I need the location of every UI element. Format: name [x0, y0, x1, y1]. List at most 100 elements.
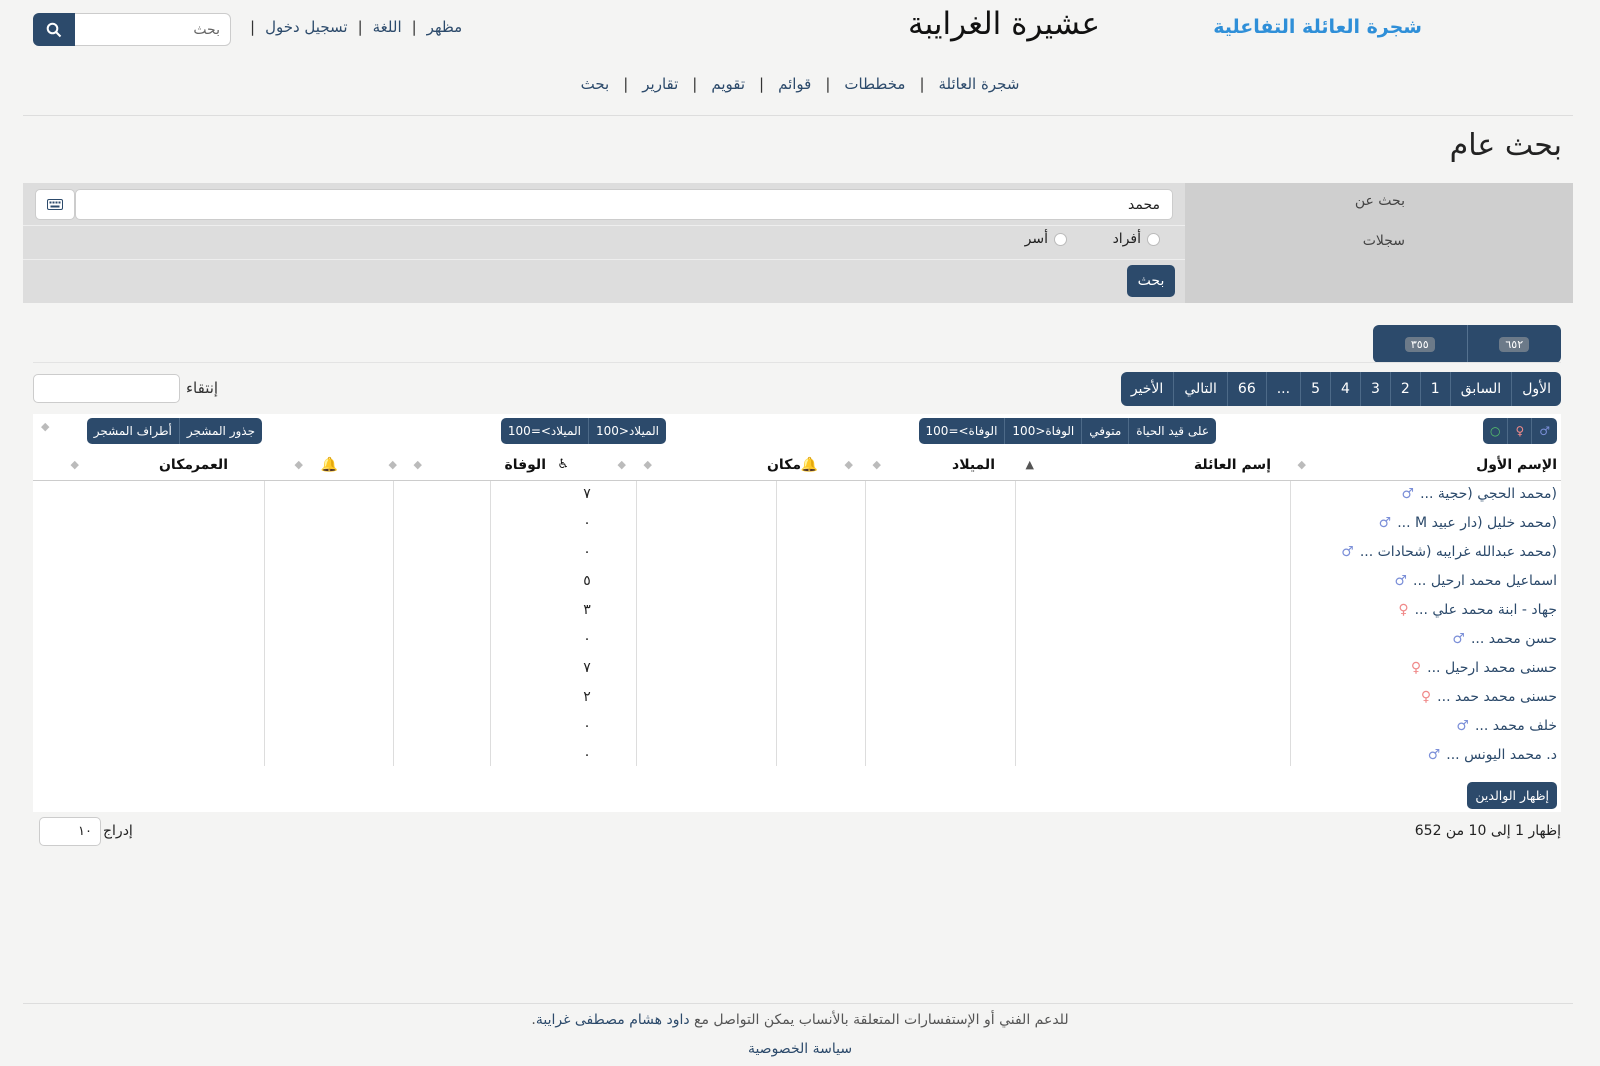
page-3[interactable]: 3 — [1359, 372, 1390, 406]
person-walking-icon: ♿ — [557, 457, 569, 472]
sort-asc-icon[interactable]: ▲ — [1026, 458, 1034, 471]
page-5[interactable]: 5 — [1300, 372, 1331, 406]
search-query-input[interactable]: محمد — [75, 189, 1173, 220]
page-4[interactable]: 4 — [1330, 372, 1360, 406]
show-parents-button[interactable]: إظهار الوالدين — [1467, 782, 1557, 809]
nav-reports[interactable]: تقارير — [642, 75, 678, 93]
filter-birth-lt-100[interactable]: الميلاد<100 — [587, 418, 666, 444]
filter-birth-gte-100[interactable]: الميلاد>=100 — [500, 418, 588, 444]
person-name: اسماعيل محمد ارحيل ... — [1413, 573, 1557, 589]
col-age[interactable]: العمر — [192, 457, 228, 473]
male-icon: ♂ — [1452, 631, 1465, 647]
sort-icon[interactable]: ◆ — [414, 458, 422, 471]
tab-families[interactable]: ٣٥٥ — [1373, 325, 1467, 363]
person-name-link[interactable]: حسن محمد ... ♂ — [1452, 631, 1557, 647]
header-search-input[interactable]: بحث — [74, 13, 231, 46]
filter-death-lt-100[interactable]: الوفاة<100 — [1004, 418, 1082, 444]
separator: | — [623, 75, 629, 93]
tab-individuals[interactable]: ٦٥٢ — [1466, 325, 1562, 363]
person-name-link[interactable]: اسماعيل محمد ارحيل ... ♂ — [1394, 573, 1557, 589]
radio-families[interactable]: أسر — [1025, 231, 1067, 247]
sort-icon[interactable]: ◆ — [41, 420, 49, 433]
col-birth[interactable]: الميلاد — [952, 457, 995, 473]
filter-deceased[interactable]: متوفي — [1081, 418, 1129, 444]
nav-family-tree[interactable]: شجرة العائلة — [939, 75, 1020, 93]
pagination: الأول السابق 1 2 3 4 5 ... 66 التالي الأ… — [1120, 372, 1561, 406]
header-search-button[interactable] — [33, 13, 75, 46]
filter-death-gte-100[interactable]: الوفاة>=100 — [918, 418, 1005, 444]
page-next[interactable]: التالي — [1173, 372, 1227, 406]
table-row: حسنى محمد ارحيل ... ♀ ٧ — [33, 655, 1561, 684]
nav-search[interactable]: بحث — [581, 75, 610, 93]
separator: | — [825, 75, 831, 93]
page-66[interactable]: 66 — [1226, 372, 1266, 406]
person-name-link[interactable]: خلف محمد ... ♂ — [1456, 718, 1557, 734]
person-name-link[interactable]: (محمد عبدالله غرايبه (شحادات ... ♂ — [1341, 544, 1557, 560]
male-icon: ♂ — [1427, 747, 1441, 763]
sort-icon[interactable]: ◆ — [1298, 458, 1306, 471]
sort-icon[interactable]: ◆ — [873, 458, 881, 471]
sort-icon[interactable]: ◆ — [71, 458, 79, 471]
person-name-link[interactable]: (محمد خليل (دار عبيد M ... ♂ — [1379, 515, 1557, 531]
sort-icon[interactable]: ◆ — [644, 458, 652, 471]
death-age-value: ٧ — [583, 660, 591, 676]
site-brand[interactable]: شجرة العائلة التفاعلية — [1213, 16, 1422, 38]
theme-menu[interactable]: مظهر — [427, 18, 463, 36]
table-row: اسماعيل محمد ارحيل ... ♂ ٥ — [33, 568, 1561, 597]
filter-tree-leaves[interactable]: أطراف المشجر — [86, 418, 179, 444]
filter-female[interactable]: ♀ — [1507, 418, 1532, 444]
sort-icon[interactable]: ◆ — [618, 458, 626, 471]
nav-calendar[interactable]: تقويم — [711, 75, 745, 93]
search-submit-button[interactable]: بحث — [1127, 265, 1175, 297]
privacy-policy-link[interactable]: سياسة الخصوصية — [0, 1041, 1600, 1057]
col-death-place[interactable]: مكان — [159, 457, 193, 473]
page-first[interactable]: الأول — [1511, 372, 1561, 406]
filter-tree-roots[interactable]: جذور المشجر — [178, 418, 262, 444]
nav-lists[interactable]: قوائم — [778, 75, 811, 93]
sort-icon[interactable]: ◆ — [389, 458, 397, 471]
page-length-select[interactable]: ١٠ — [39, 817, 101, 846]
filter-alive[interactable]: على قيد الحياة — [1128, 418, 1216, 444]
radio-indicator[interactable] — [1054, 232, 1067, 246]
person-name: (محمد خليل (دار عبيد M ... — [1397, 515, 1557, 531]
col-given-name[interactable]: الإسم الأول — [1476, 457, 1557, 473]
person-name-link[interactable]: حسنى محمد حمد ... ♀ — [1421, 689, 1557, 705]
sort-icon[interactable]: ◆ — [845, 458, 853, 471]
filter-unknown-sex[interactable]: ○ — [1482, 418, 1508, 444]
table-header: الإسم الأول ◆ إسم العائلة ▲ الميلاد ◆ ◆ … — [33, 449, 1561, 481]
page-last[interactable]: الأخير — [1120, 372, 1174, 406]
col-surname[interactable]: إسم العائلة — [1194, 457, 1271, 473]
table-row: خلف محمد ... ♂ ٠ — [33, 713, 1561, 742]
nav-charts[interactable]: مخططات — [844, 75, 905, 93]
page-2[interactable]: 2 — [1389, 372, 1420, 406]
radio-indicator[interactable] — [1147, 232, 1160, 246]
login-link[interactable]: تسجيل دخول — [265, 18, 348, 36]
separator: | — [692, 75, 698, 93]
person-name-link[interactable]: (محمد الحجي (حجية ... ♂ — [1402, 486, 1558, 502]
families-count-badge: ٣٥٥ — [1404, 336, 1435, 352]
filter-male[interactable]: ♂ — [1531, 418, 1557, 444]
bell-icon: 🔔 — [320, 457, 338, 473]
birth-filter-group: الميلاد<100 الميلاد>=100 — [500, 418, 666, 444]
person-name-link[interactable]: جهاد - ابنة محمد علي ... ♀ — [1398, 602, 1557, 618]
bell-icon: 🔔 — [800, 457, 818, 473]
virtual-keyboard-button[interactable] — [35, 189, 75, 220]
search-icon — [46, 22, 62, 37]
language-menu[interactable]: اللغة — [373, 18, 402, 36]
death-age-value: ٥ — [583, 573, 591, 589]
radio-individuals[interactable]: أفراد — [1113, 231, 1160, 247]
site-title: عشيرة الغرايبة — [907, 6, 1100, 42]
person-name-link[interactable]: د. محمد اليونس ... ♂ — [1428, 747, 1557, 763]
col-death[interactable]: الوفاة — [504, 457, 546, 473]
footer-support: للدعم الفني أو الإستفسارات المتعلقة بالأ… — [0, 1012, 1600, 1028]
death-filter-group: على قيد الحياة متوفي الوفاة<100 الوفاة>=… — [918, 418, 1216, 444]
col-place[interactable]: مكان — [767, 457, 801, 473]
sort-icon[interactable]: ◆ — [295, 458, 303, 471]
person-name-link[interactable]: حسنى محمد ارحيل ... ♀ — [1411, 660, 1557, 676]
death-age-value: ٠ — [583, 631, 591, 647]
contact-link[interactable]: داود هشام مصطفى غرايبة — [536, 1012, 690, 1028]
filter-input[interactable] — [33, 374, 180, 403]
divider — [33, 362, 1561, 363]
page-1[interactable]: 1 — [1419, 372, 1450, 406]
page-previous[interactable]: السابق — [1449, 372, 1512, 406]
